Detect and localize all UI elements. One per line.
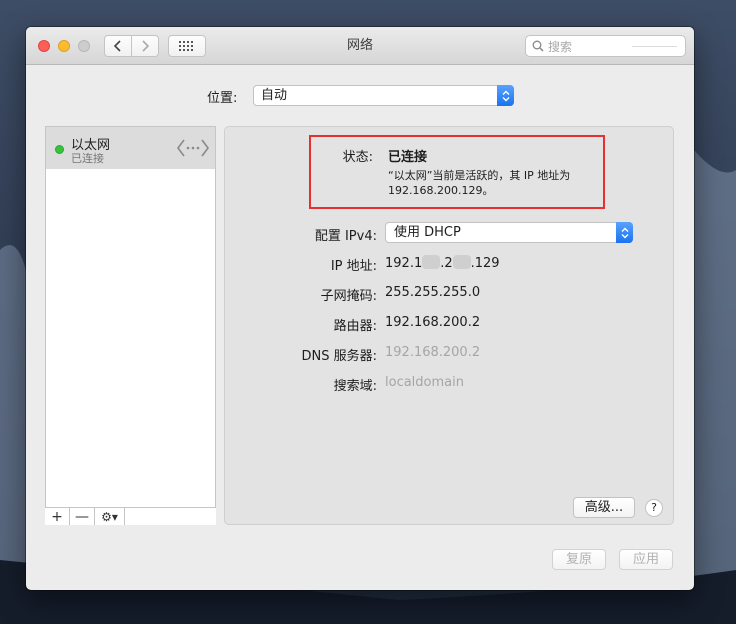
ipv4-stepper-icon xyxy=(616,222,633,243)
sidebar-item-status: 已连接 xyxy=(71,152,104,165)
add-service-button[interactable]: + xyxy=(45,508,70,525)
connected-status-dot xyxy=(55,145,64,154)
status-highlight-box: 状态: 已连接 “以太网”当前是活跃的，其 IP 地址为 192.168.200… xyxy=(309,135,605,209)
ip-address-part2: .2 xyxy=(440,256,453,271)
router-label: 路由器: xyxy=(333,319,377,334)
redaction-blur xyxy=(452,255,471,269)
revert-button[interactable]: 复原 xyxy=(552,549,606,570)
chevron-left-icon xyxy=(113,40,121,52)
search-divider xyxy=(632,46,677,47)
location-select[interactable]: 自动 xyxy=(253,85,514,106)
subnet-mask-value: 255.255.255.0 xyxy=(385,285,481,300)
ip-address-value: 192.1 .2 .129 xyxy=(385,255,500,271)
dns-server-value: 192.168.200.2 xyxy=(385,345,481,360)
advanced-button[interactable]: 高级... xyxy=(573,497,635,518)
status-description-line2: 192.168.200.129。 xyxy=(388,184,494,197)
subnet-mask-label: 子网掩码: xyxy=(320,289,377,304)
ipv4-config-select[interactable]: 使用 DHCP xyxy=(385,222,633,243)
chevron-right-icon xyxy=(142,40,150,52)
detail-panel: 状态: 已连接 “以太网”当前是活跃的，其 IP 地址为 192.168.200… xyxy=(224,126,674,525)
dns-server-label: DNS 服务器: xyxy=(301,349,378,364)
action-menu-button[interactable]: ⚙▾ xyxy=(95,508,125,525)
search-domain-label: 搜索域: xyxy=(333,379,377,394)
back-button[interactable] xyxy=(104,35,132,57)
status-description: “以太网”当前是活跃的，其 IP 地址为 192.168.200.129。 xyxy=(388,168,598,198)
location-label: 位置: xyxy=(207,91,238,106)
titlebar: 网络 搜索 xyxy=(26,27,694,65)
location-stepper-icon xyxy=(497,85,514,106)
status-label: 状态: xyxy=(342,150,373,165)
location-value: 自动 xyxy=(261,88,288,103)
ip-address-part1: 192.1 xyxy=(385,256,423,271)
sidebar-item-ethernet[interactable]: 以太网 已连接 xyxy=(46,127,215,169)
search-placeholder: 搜索 xyxy=(548,39,573,54)
ip-address-part3: .129 xyxy=(470,256,500,271)
service-list-toolbar: + — ⚙▾ xyxy=(45,507,216,525)
ipv4-config-label: 配置 IPv4: xyxy=(314,229,377,244)
forward-button[interactable] xyxy=(131,35,159,57)
show-all-button[interactable] xyxy=(168,35,206,57)
search-field[interactable]: 搜索 xyxy=(525,35,686,57)
ip-address-label: IP 地址: xyxy=(330,259,377,274)
search-domain-value: localdomain xyxy=(385,375,464,390)
help-button[interactable]: ? xyxy=(645,499,663,517)
ipv4-config-value: 使用 DHCP xyxy=(394,225,461,240)
grid-icon xyxy=(179,41,193,51)
ethernet-icon xyxy=(177,139,209,157)
remove-service-button[interactable]: — xyxy=(70,508,95,525)
status-description-line1: “以太网”当前是活跃的，其 IP 地址为 xyxy=(388,169,571,182)
status-value: 已连接 xyxy=(388,150,428,165)
network-preferences-window: 网络 搜索 位置: 自动 以太网 已连接 + — ⚙▾ 状态: 已连接 “以太网… xyxy=(26,27,694,590)
service-list: 以太网 已连接 xyxy=(45,126,216,525)
search-icon xyxy=(532,40,544,52)
apply-button[interactable]: 应用 xyxy=(619,549,673,570)
router-value: 192.168.200.2 xyxy=(385,315,481,330)
redaction-blur xyxy=(422,255,441,269)
